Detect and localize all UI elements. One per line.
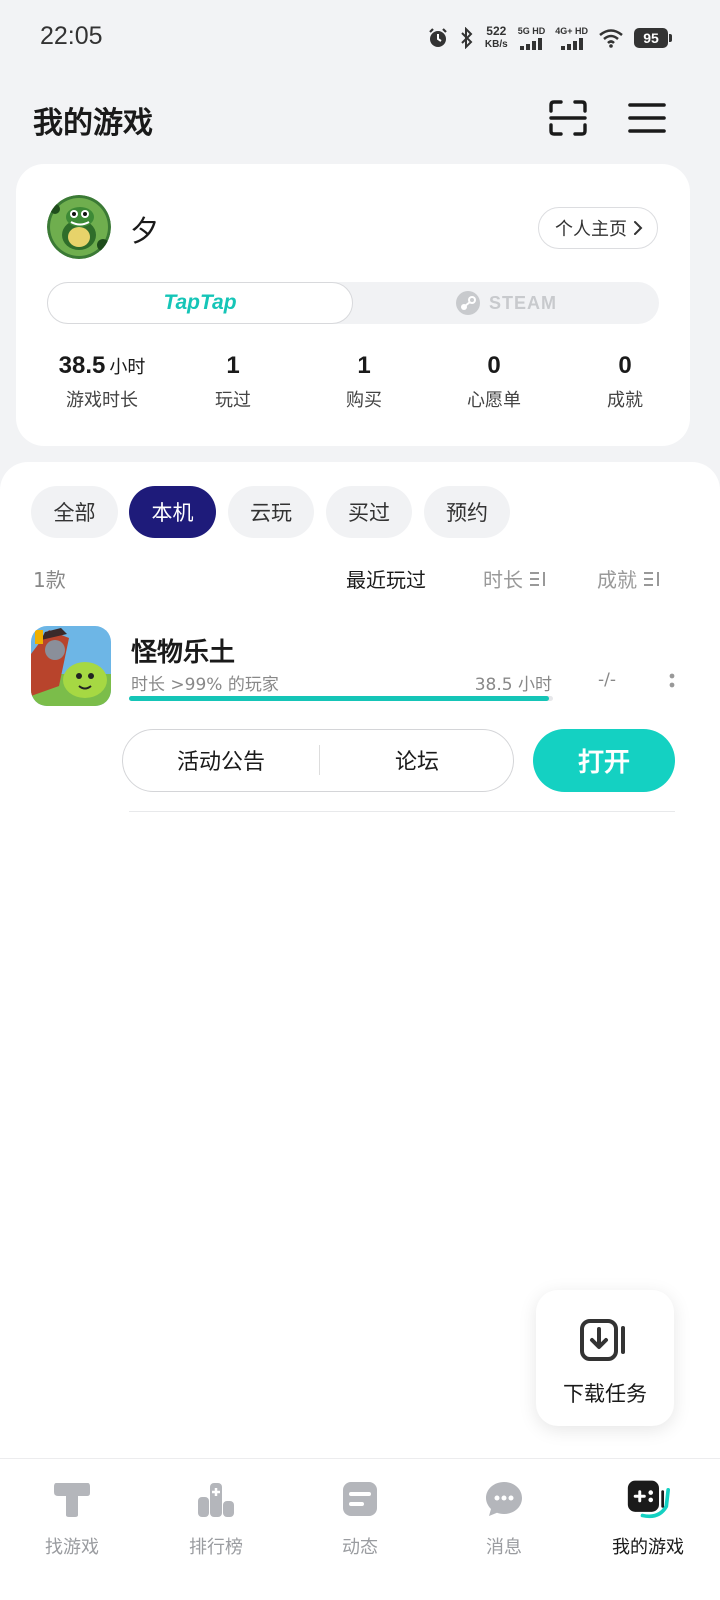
scan-icon [549,100,587,136]
gamepad-icon [626,1477,670,1521]
game-playtime-rank: 时长 >99% 的玩家 [131,675,279,695]
stat-playtime[interactable]: 38.5 小时 游戏时长 [32,350,172,412]
more-vertical-icon [669,673,675,688]
profile-card: 夕 个人主页 TapTap STEAM 38.5 小时 游戏时长 1 玩过 1 购… [16,164,690,446]
game-title: 怪物乐土 [131,638,236,668]
game-list-item[interactable]: 怪物乐土 时长 >99% 的玩家 38.5 小时 -/- 活动公告 论坛 打开 [0,622,720,812]
scan-button[interactable] [546,96,590,140]
filter-bought[interactable]: 买过 [326,486,412,538]
game-link-group: 活动公告 论坛 [122,729,514,792]
battery-icon: 95 [634,28,672,48]
stat-achievements[interactable]: 0 成就 [555,350,695,412]
chat-bubble-icon [482,1477,526,1521]
sort-icon [644,571,659,586]
stat-played[interactable]: 1 玩过 [163,350,303,412]
game-achievement: -/- [598,670,616,690]
download-task-label: 下载任务 [563,1382,647,1406]
sort-playtime[interactable]: 时长 [483,564,547,593]
filter-all[interactable]: 全部 [31,486,118,538]
status-bar: 22:05 522 KB/s 5G HD 4G+ HD 95 [0,0,720,76]
bluetooth-icon [459,27,475,49]
forum-button[interactable]: 论坛 [319,730,515,790]
chevron-right-icon [634,221,643,235]
stat-wishlist[interactable]: 0 心愿单 [424,350,564,412]
divider [129,811,675,812]
wifi-icon [598,28,624,48]
stats-row: 38.5 小时 游戏时长 1 玩过 1 购买 0 心愿单 0 成就 [16,350,690,420]
nav-messages[interactable]: 消息 [432,1459,576,1600]
feed-icon [338,1477,382,1521]
sort-recent[interactable]: 最近玩过 [346,564,426,593]
filter-cloud[interactable]: 云玩 [228,486,314,538]
nav-my-games[interactable]: 我的游戏 [576,1459,720,1600]
steam-label: STEAM [489,292,557,313]
menu-button[interactable] [625,96,669,140]
open-game-button[interactable]: 打开 [533,729,675,792]
filter-local[interactable]: 本机 [129,486,216,538]
download-task-button[interactable]: 下载任务 [536,1290,674,1426]
nav-feed[interactable]: 动态 [288,1459,432,1600]
steam-icon [456,291,480,315]
playtime-progress-bar [129,696,553,701]
status-time: 22:05 [40,22,103,50]
sort-icon [530,571,545,586]
personal-homepage-label: 个人主页 [555,219,627,240]
announcement-button[interactable]: 活动公告 [123,730,319,790]
platform-tab-taptap[interactable]: TapTap [47,282,353,324]
nav-find-games[interactable]: 找游戏 [0,1459,144,1600]
page-title: 我的游戏 [33,106,153,141]
sim2-signal-icon: 4G+ HD [555,26,588,50]
avatar[interactable] [47,195,111,259]
menu-icon [628,103,666,133]
username: 夕 [130,214,160,248]
playtime-progress-fill [129,696,549,701]
download-icon [580,1319,625,1361]
game-hours: 38.5 小时 [474,675,552,695]
platform-switch: TapTap STEAM [47,282,659,324]
filter-reserved[interactable]: 预约 [424,486,510,538]
alarm-icon [427,27,449,49]
platform-tab-steam[interactable]: STEAM [353,282,659,324]
status-icons: 522 KB/s 5G HD 4G+ HD 95 [427,22,672,54]
network-speed: 522 KB/s [484,24,508,51]
stat-purchased[interactable]: 1 购买 [294,350,434,412]
nav-rankings[interactable]: 排行榜 [144,1459,288,1600]
bottom-nav: 找游戏 排行榜 动态 消息 我的游戏 [0,1458,720,1600]
more-options-button[interactable] [664,670,680,694]
taptap-icon [50,1477,94,1521]
game-icon[interactable] [31,626,111,706]
ranking-icon [194,1477,238,1521]
sim1-signal-icon: 5G HD [518,26,545,50]
sort-achievement[interactable]: 成就 [597,564,661,593]
personal-homepage-button[interactable]: 个人主页 [538,207,658,249]
game-count: 1款 [33,568,66,592]
